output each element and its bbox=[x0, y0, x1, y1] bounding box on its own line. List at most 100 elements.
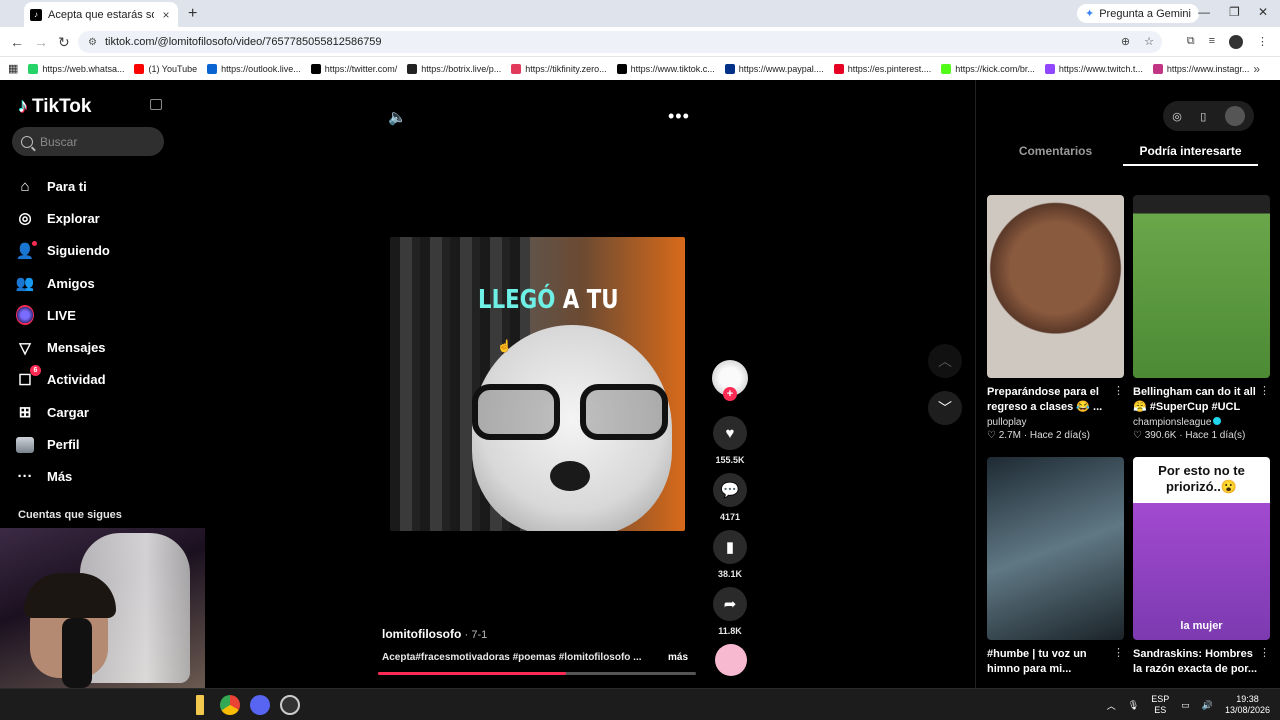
bookmark-item[interactable]: https://outlook.live... bbox=[207, 63, 301, 74]
bookmark-favicon-icon bbox=[207, 63, 218, 74]
bookmark-item[interactable]: https://twitter.com/ bbox=[310, 63, 397, 74]
microphone bbox=[62, 618, 92, 688]
bookmark-item[interactable]: https://web.whatsa... bbox=[28, 63, 124, 74]
tray-overflow-icon[interactable]: ︿ bbox=[1107, 699, 1116, 712]
recommended-card[interactable]: Preparándose para el regreso a clases 😂 … bbox=[987, 195, 1124, 441]
more-description-button[interactable]: más bbox=[668, 652, 688, 663]
clock-time: 19:38 bbox=[1236, 694, 1259, 704]
user-avatar[interactable] bbox=[1224, 106, 1245, 126]
card-options-icon[interactable]: ⋮ bbox=[1259, 384, 1270, 397]
collapse-sidebar-icon[interactable] bbox=[150, 99, 162, 110]
search-input[interactable]: Buscar bbox=[12, 127, 164, 156]
close-tab-icon[interactable]: × bbox=[160, 9, 172, 21]
video-progress-bar[interactable] bbox=[378, 672, 696, 675]
sidebar-item-cargar[interactable]: ⊞ Cargar bbox=[16, 396, 110, 428]
sidebar-item-perfil[interactable]: Perfil bbox=[16, 428, 110, 460]
sidebar-item-para-ti[interactable]: ⌂ Para ti bbox=[16, 170, 110, 202]
card-options-icon[interactable]: ⋮ bbox=[1259, 646, 1270, 659]
bookmark-item[interactable]: https://botrix.live/p... bbox=[407, 63, 502, 74]
gemini-button[interactable]: ✦ Pregunta a Gemini bbox=[1077, 4, 1199, 23]
card-options-icon[interactable]: ⋮ bbox=[1113, 384, 1124, 397]
bookmark-item[interactable]: https://tikfinity.zero... bbox=[511, 63, 607, 74]
forward-icon[interactable]: → bbox=[34, 34, 48, 50]
tiktok-logo[interactable]: ♪ TikTok bbox=[18, 95, 91, 118]
browser-tab[interactable]: ♪ Acepta que estarás solo toda la × bbox=[24, 2, 178, 27]
bookmark-item[interactable]: (1) YouTube bbox=[134, 63, 197, 74]
close-window-icon[interactable]: ✕ bbox=[1258, 5, 1268, 19]
file-explorer-icon[interactable] bbox=[196, 695, 204, 715]
sidebar-item-mas[interactable]: ··· Más bbox=[16, 461, 110, 493]
sidebar-item-actividad[interactable]: ☐ 6 Actividad bbox=[16, 364, 110, 396]
network-icon[interactable]: ▭ bbox=[1181, 700, 1190, 711]
music-disc-icon[interactable] bbox=[715, 644, 747, 676]
next-video-button[interactable]: ﹀ bbox=[928, 391, 962, 425]
browser-tab-strip: ♪ Acepta que estarás solo toda la × + ✦ … bbox=[0, 0, 1280, 27]
bookmark-item[interactable]: https://kick.com/br... bbox=[941, 63, 1035, 74]
profile-avatar-icon[interactable] bbox=[1229, 35, 1243, 49]
gemini-label: Pregunta a Gemini bbox=[1099, 7, 1191, 20]
dog-glasses bbox=[472, 384, 668, 444]
follow-plus-icon[interactable]: + bbox=[723, 387, 737, 401]
new-tab-icon[interactable]: + bbox=[188, 5, 197, 23]
clock[interactable]: 19:38 13/08/2026 bbox=[1225, 694, 1270, 716]
video-player[interactable]: LLEGÓ A TU bbox=[390, 237, 685, 531]
recommended-card[interactable]: Por esto no te priorizó..😮 la mujer Sand… bbox=[1133, 457, 1270, 677]
bookmarks-overflow-icon[interactable]: » bbox=[1253, 62, 1260, 76]
discord-icon[interactable] bbox=[250, 695, 270, 715]
device-icon[interactable]: ▯ bbox=[1200, 110, 1206, 123]
share-action[interactable]: ➦ 11.8K bbox=[712, 587, 748, 636]
explore-icon[interactable]: ◎ bbox=[1172, 110, 1182, 123]
obs-icon[interactable] bbox=[280, 695, 300, 715]
tab-podria-interesarte[interactable]: Podría interesarte bbox=[1123, 144, 1258, 166]
speaker-icon[interactable]: 🔊 bbox=[1202, 700, 1213, 711]
volume-icon[interactable]: 🔈 bbox=[388, 108, 407, 126]
language-indicator[interactable]: ESP ES bbox=[1151, 694, 1169, 716]
restore-icon[interactable]: ❐ bbox=[1229, 5, 1240, 19]
bookmark-item[interactable]: https://www.paypal.... bbox=[724, 63, 824, 74]
microphone-icon[interactable]: 🎙 bbox=[1128, 700, 1139, 711]
reload-icon[interactable]: ↻ bbox=[58, 34, 70, 51]
bookmark-label: https://www.paypal.... bbox=[738, 63, 824, 74]
bookmark-favicon-icon bbox=[941, 63, 952, 74]
video-author[interactable]: lomitofilosofo · 7-1 bbox=[382, 627, 487, 641]
address-bar[interactable]: ⚙ tiktok.com/@lomitofilosofo/video/76577… bbox=[78, 31, 1162, 53]
save-action[interactable]: ▮ 38.1K bbox=[712, 530, 748, 579]
chrome-icon[interactable] bbox=[220, 695, 240, 715]
sidebar-item-amigos[interactable]: 👥 Amigos bbox=[16, 267, 110, 299]
comment-count: 4171 bbox=[719, 512, 741, 522]
bookmark-label: https://es.pinterest.... bbox=[847, 63, 932, 74]
bookmark-item[interactable]: https://www.tiktok.c... bbox=[616, 63, 715, 74]
zoom-icon[interactable]: ⊕ bbox=[1121, 35, 1130, 48]
like-count: 155.5K bbox=[715, 455, 745, 465]
extensions-icon[interactable]: ⧉ bbox=[1187, 35, 1195, 49]
more-options-icon[interactable]: ••• bbox=[668, 106, 690, 127]
minimize-icon[interactable]: — bbox=[1198, 5, 1210, 19]
like-action[interactable]: ♥ 155.5K bbox=[712, 416, 748, 465]
browser-menu-icon[interactable]: ⋮ bbox=[1257, 35, 1268, 49]
bookmark-label: https://botrix.live/p... bbox=[421, 63, 502, 74]
chevron-down-icon: ﹀ bbox=[938, 400, 952, 416]
sidebar-item-live[interactable]: LIVE bbox=[16, 299, 110, 331]
lang-top: ESP bbox=[1151, 694, 1170, 704]
card-options-icon[interactable]: ⋮ bbox=[1113, 646, 1124, 659]
thumbnail-bottom-text: la mujer bbox=[1180, 620, 1223, 632]
bookmark-item[interactable]: https://www.instagr... bbox=[1152, 63, 1249, 74]
media-icon[interactable]: ≡ bbox=[1209, 35, 1215, 49]
apps-grid-icon[interactable]: ▦ bbox=[8, 62, 18, 75]
back-icon[interactable]: ← bbox=[10, 34, 24, 50]
bookmark-star-icon[interactable]: ☆ bbox=[1144, 35, 1154, 48]
recommended-card[interactable]: #humbe | tu voz un himno para mi... ⋮ bbox=[987, 457, 1124, 677]
sidebar-item-siguiendo[interactable]: 👤 Siguiendo bbox=[16, 235, 110, 267]
recommended-card[interactable]: Bellingham can do it all 😤 #SuperCup #UC… bbox=[1133, 195, 1270, 441]
sidebar-item-mensajes[interactable]: ▽ Mensajes bbox=[16, 331, 110, 363]
tab-comentarios[interactable]: Comentarios bbox=[988, 144, 1123, 166]
sidebar-item-explorar[interactable]: ◎ Explorar bbox=[16, 202, 110, 234]
previous-video-button[interactable]: ︿ bbox=[928, 344, 962, 378]
comment-action[interactable]: 💬 4171 bbox=[712, 473, 748, 522]
site-info-icon[interactable]: ⚙ bbox=[88, 37, 97, 48]
sidebar-item-label: Mensajes bbox=[47, 340, 106, 356]
bookmark-item[interactable]: https://www.twitch.t... bbox=[1044, 63, 1143, 74]
bookmark-favicon-icon bbox=[407, 63, 418, 74]
bookmark-item[interactable]: https://es.pinterest.... bbox=[833, 63, 932, 74]
profile-icon bbox=[16, 436, 34, 454]
